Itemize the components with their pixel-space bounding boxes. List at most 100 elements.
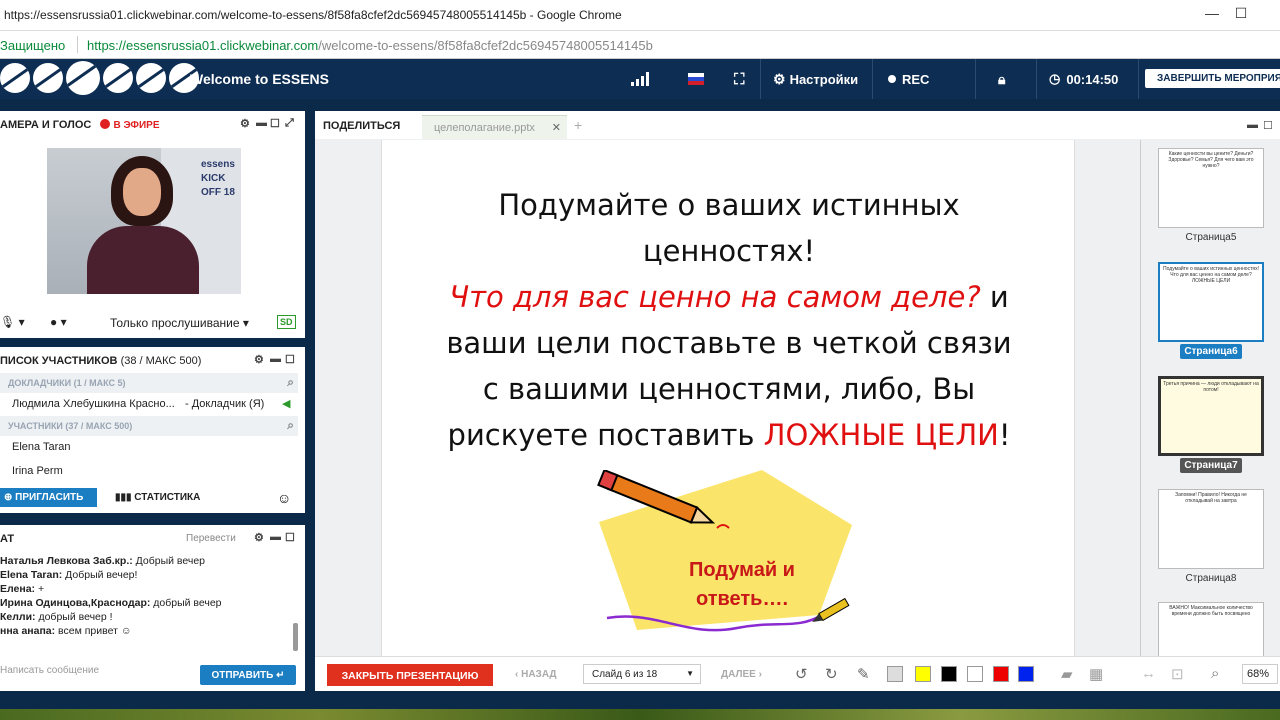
red-color-swatch[interactable] [993,666,1009,682]
thumbnail-label: Страница8 [1185,573,1237,584]
secure-label[interactable]: Защищено [0,38,65,53]
window-title: https://essensrussia01.clickwebinar.com/… [4,8,622,22]
zoom-level[interactable]: 68% [1242,664,1278,684]
redo-icon[interactable]: ↻ [825,665,838,683]
maximize-button[interactable]: ☐ [1221,5,1261,22]
signal-icon [631,59,649,99]
address-bar[interactable]: Защищено https://essensrussia01.clickweb… [0,31,1280,59]
presenter-video: essens KICK OFF 18 [47,148,241,294]
webcam-icon[interactable]: ● ▾ [50,315,67,329]
invite-button[interactable]: ⊕ ПРИГЛАСИТЬ [0,488,97,507]
eraser-icon[interactable]: ▰ [1061,665,1073,683]
svg-text:Подумай и: Подумай и [689,559,795,581]
close-tab-icon[interactable]: ✕ [552,121,561,134]
undo-icon[interactable]: ↺ [795,665,808,683]
chat-message: Ирина Одинцова,Краснодар: добрый вечер [0,597,222,609]
listen-only-select[interactable]: Только прослушивание ▾ [110,316,249,330]
members-group-header: УЧАСТНИКИ (37 / МАКС 500) ⌕ [0,416,298,436]
gear-icon: ⚙ [773,70,786,87]
speaker-audio-icon: ◀ [282,398,291,410]
end-event-button[interactable]: ЗАВЕРШИТЬ МЕРОПРИЯТИ [1145,69,1280,88]
panel-maximize-icon[interactable]: ☐ [285,353,295,366]
participant-row[interactable]: Elena Taran [0,436,298,458]
chat-message: Келли: добрый вечер ! [0,611,113,623]
slide-selector[interactable]: Слайд 6 из 18 ▼ [583,664,701,684]
think-and-answer-illustration: Подумай и ответь…. [597,470,852,632]
presentation-slide: Подумайте о ваших истинных ценностях! Чт… [381,140,1075,656]
file-tab[interactable]: целеполагание.pptx ✕ [422,115,567,139]
participants-count: (38 / МАКС 500) [120,355,202,367]
statistics-button[interactable]: ▮▮▮ СТАТИСТИКА [115,492,200,503]
speakers-group-header: ДОКЛАДЧИКИ (1 / МАКС 5) ⌕ [0,373,298,393]
thumbnail-label: Страница6 [1141,344,1280,359]
chat-message: Елена: + [0,583,45,595]
speaker-row[interactable]: Людмила Хлебушкина Красно... - Докладчик… [0,393,298,415]
search-icon[interactable]: ⌕ [287,418,294,433]
chat-title: АТ [0,533,15,545]
sd-badge[interactable]: SD [277,315,296,329]
back-button[interactable]: ‹ НАЗАД [515,669,557,680]
search-icon[interactable]: ⌕ [287,375,294,390]
thumbnail-label: Страница7 [1141,458,1280,473]
microphone-icon[interactable]: 🎙︎ ▾ [0,315,25,329]
participants-panel: ПИСОК УЧАСТНИКОВ (38 / МАКС 500) ⚙ ▬ ☐ Д… [0,347,305,513]
camera-panel: АМЕРА И ГОЛОС В ЭФИРЕ ⚙ ▬ ☐ ⤢ essens KIC… [0,111,305,338]
svg-text:ответь….: ответь…. [696,588,788,610]
slide-thumbnail[interactable]: Какие ценности вы цените? Деньги? Здоров… [1158,148,1264,228]
share-panel: ПОДЕЛИТЬСЯ целеполагание.pptx ✕ + ▬ ☐ По… [315,111,1280,691]
yellow-color-swatch[interactable] [915,666,931,682]
language-flag-icon[interactable] [688,59,704,99]
share-title: ПОДЕЛИТЬСЯ [323,120,401,132]
pen-size-swatch[interactable] [887,666,903,682]
panel-minimize-icon[interactable]: ▬ [1247,119,1258,131]
grid-view-icon[interactable]: ▦ [1089,665,1103,683]
white-color-swatch[interactable] [967,666,983,682]
chat-message: нна анапа: всем привет ☺ [0,625,132,637]
panel-settings-icon[interactable]: ⚙ [254,353,264,366]
fullscreen-icon[interactable]: ⛶ [734,59,745,99]
panel-minimize-icon[interactable]: ▬ [256,117,267,129]
black-color-swatch[interactable] [941,666,957,682]
zoom-icon[interactable]: ⌕ [1211,665,1219,682]
fit-width-icon[interactable]: ↔ [1141,665,1156,682]
blue-color-swatch[interactable] [1018,666,1034,682]
chat-scrollbar[interactable] [293,623,298,651]
smiley-icon[interactable]: ☺ [277,490,291,506]
clock-icon: ◷ [1049,71,1061,86]
webinar-title: Welcome to ESSENS [190,71,330,87]
essens-logo [0,61,199,95]
emoji-icon: ☺ [120,625,132,637]
chat-panel: АТ Перевести ⚙ ▬ ☐ Наталья Левкова Заб.к… [0,525,305,691]
webinar-top-bar: Welcome to ESSENS ⛶ ⚙ Настройки REC 🔒︎ ◷… [0,59,1280,99]
panel-minimize-icon[interactable]: ▬ [270,531,281,543]
next-button[interactable]: ДАЛЕЕ › [721,669,762,680]
record-button[interactable]: REC [888,59,929,99]
send-button[interactable]: ОТПРАВИТЬ ↵ [200,665,296,685]
slide-thumbnail-selected[interactable]: Подумайте о ваших истинных ценностях! Чт… [1158,262,1264,342]
panel-minimize-icon[interactable]: ▬ [270,353,281,365]
panel-maximize-icon[interactable]: ☐ [285,531,295,544]
timer: ◷ 00:14:50 [1049,71,1119,87]
slide-thumbnail[interactable]: Запомни! Правило! Никогда не откладывай … [1158,489,1264,569]
fit-page-icon[interactable]: ⊡ [1171,665,1184,683]
panel-maximize-icon[interactable]: ☐ [270,117,280,130]
camera-panel-title: АМЕРА И ГОЛОС [0,119,92,131]
backdrop-logo: essens KICK OFF 18 [201,159,235,198]
slide-thumbnail[interactable]: Третья причина — люди откладывают на пот… [1158,376,1264,456]
panel-settings-icon[interactable]: ⚙ [240,117,250,130]
translate-link[interactable]: Перевести [186,533,236,544]
on-air-indicator: В ЭФИРЕ [100,119,159,131]
close-presentation-button[interactable]: ЗАКРЫТЬ ПРЕЗЕНТАЦИЮ [327,664,493,686]
pen-icon[interactable]: ✎ [857,665,870,683]
chat-input[interactable]: Написать сообщение [0,665,99,676]
thumbnail-label: Страница5 [1185,232,1237,243]
bar-chart-icon: ▮▮▮ [115,492,132,503]
add-tab-icon[interactable]: + [574,117,582,133]
panel-settings-icon[interactable]: ⚙ [254,531,264,544]
settings-button[interactable]: ⚙ Настройки [773,59,858,99]
panel-expand-icon[interactable]: ⤢ [285,117,294,130]
url-text[interactable]: https://essensrussia01.clickwebinar.com/… [87,38,653,53]
panel-maximize-icon[interactable]: ☐ [1263,119,1273,132]
participant-row[interactable]: Irina Perm [0,460,298,482]
lock-icon[interactable]: 🔒︎ [998,59,1005,99]
